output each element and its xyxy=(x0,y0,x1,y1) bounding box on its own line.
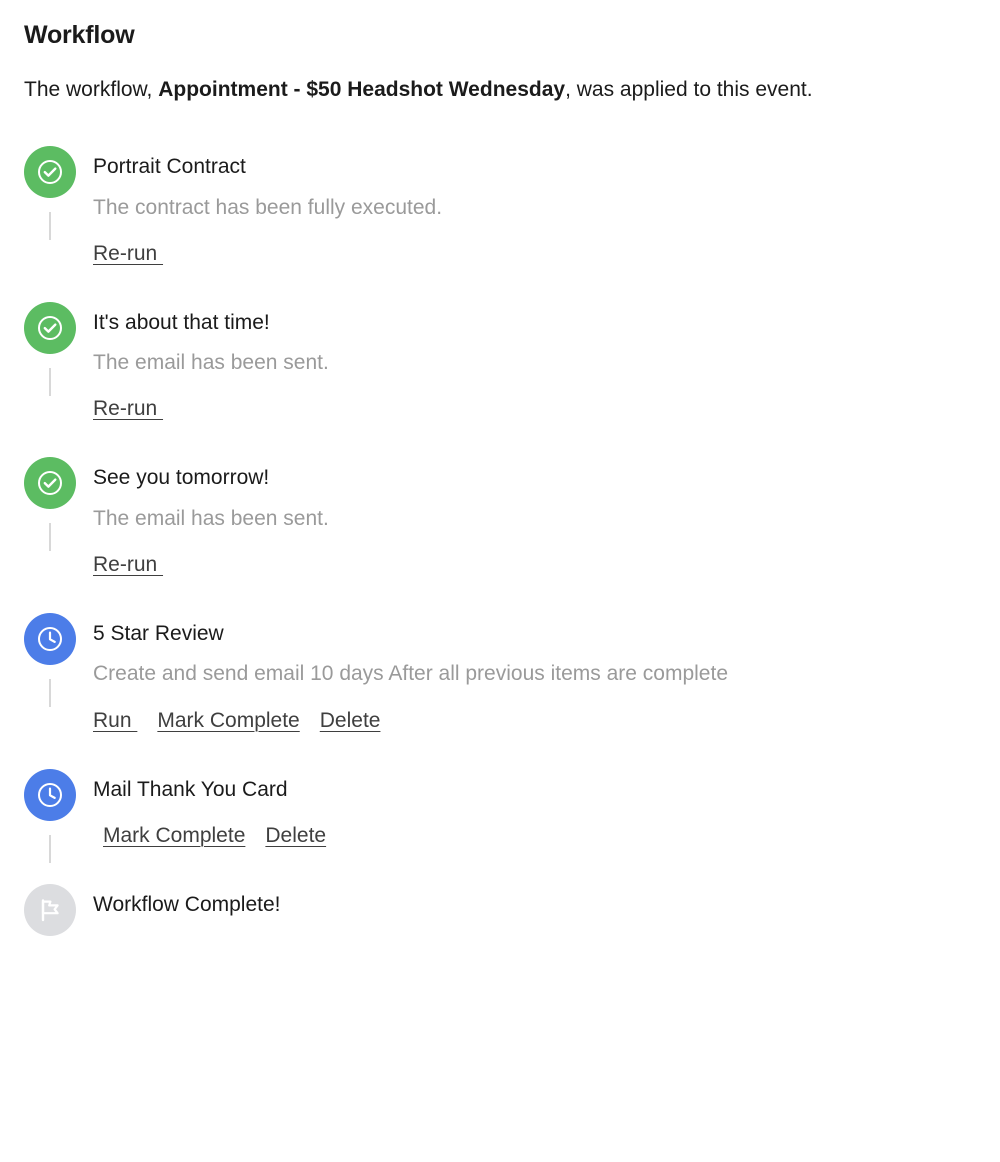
step-connector-line xyxy=(49,678,51,707)
step-actions: Mark Complete Delete xyxy=(93,824,976,848)
step-title: 5 Star Review xyxy=(93,621,224,645)
workflow-name: Appointment - $50 Headshot Wednesday xyxy=(158,78,566,101)
step-actions: Re-run xyxy=(93,397,976,421)
step-title: See you tomorrow! xyxy=(93,466,270,490)
step-status-marker xyxy=(24,883,76,936)
step-description: The email has been sent. xyxy=(93,506,329,530)
step-body: Portrait Contract The contract has been f… xyxy=(76,146,976,302)
check-circle-icon xyxy=(35,157,65,187)
step-connector-line xyxy=(49,523,51,552)
subtitle-prefix: The workflow, xyxy=(24,78,159,101)
action-link-mark-complete[interactable]: Mark Complete xyxy=(157,709,299,733)
workflow-step: See you tomorrow! The email has been sent… xyxy=(24,457,976,613)
workflow-step: Workflow Complete! xyxy=(24,883,976,936)
step-title: Workflow Complete! xyxy=(93,892,281,916)
workflow-step: Mail Thank You Card Mark Complete Delete xyxy=(24,768,976,884)
action-link-mark-complete[interactable]: Mark Complete xyxy=(103,824,245,848)
step-body: 5 Star Review Create and send email 10 da… xyxy=(76,613,976,769)
step-status-marker xyxy=(24,768,76,821)
step-description: The email has been sent. xyxy=(93,351,329,375)
step-status-marker xyxy=(24,612,76,665)
page-title: Workflow xyxy=(24,21,135,49)
step-title: Portrait Contract xyxy=(93,155,246,179)
step-description: The contract has been fully executed. xyxy=(93,195,443,219)
step-connector-line xyxy=(49,367,51,396)
workflow-step: Portrait Contract The contract has been f… xyxy=(24,146,976,302)
step-rail xyxy=(24,457,76,565)
workflow-subtitle: The workflow, Appointment - $50 Headshot… xyxy=(24,76,976,104)
action-link-run[interactable]: Run xyxy=(93,709,137,733)
step-title: It's about that time! xyxy=(93,310,270,334)
action-link-delete[interactable]: Delete xyxy=(265,824,326,848)
flag-icon xyxy=(34,894,66,926)
step-rail xyxy=(24,768,76,877)
step-body: Workflow Complete! xyxy=(76,884,976,918)
step-actions: Re-run xyxy=(93,553,976,577)
step-rail xyxy=(24,301,76,410)
workflow-panel: Workflow The workflow, Appointment - $50… xyxy=(0,0,1000,936)
step-description: Create and send email 10 days After all … xyxy=(93,662,728,686)
action-link-re-run[interactable]: Re-run xyxy=(93,397,163,421)
step-connector-line xyxy=(49,834,51,863)
step-status-marker xyxy=(24,457,76,510)
action-link-re-run[interactable]: Re-run xyxy=(93,242,163,266)
action-link-delete[interactable]: Delete xyxy=(320,709,381,733)
step-status-marker xyxy=(24,301,76,354)
step-actions: Run Mark Complete Delete xyxy=(93,709,976,733)
workflow-step: It's about that time! The email has been … xyxy=(24,301,976,458)
workflow-timeline: Portrait Contract The contract has been f… xyxy=(24,146,976,936)
step-status-marker xyxy=(24,146,76,199)
step-rail xyxy=(24,146,76,254)
subtitle-suffix: , was applied to this event. xyxy=(565,78,813,101)
clock-icon xyxy=(35,780,65,810)
step-body: See you tomorrow! The email has been sent… xyxy=(76,457,976,613)
step-body: Mail Thank You Card Mark Complete Delete xyxy=(76,769,976,884)
workflow-step: 5 Star Review Create and send email 10 da… xyxy=(24,612,976,769)
step-connector-line xyxy=(49,212,51,241)
action-link-re-run[interactable]: Re-run xyxy=(93,553,163,577)
check-circle-icon xyxy=(35,468,65,498)
step-title: Mail Thank You Card xyxy=(93,777,288,801)
step-rail xyxy=(24,612,76,721)
step-actions: Re-run xyxy=(93,242,976,266)
step-body: It's about that time! The email has been … xyxy=(76,302,976,458)
clock-icon xyxy=(35,624,65,654)
check-circle-icon xyxy=(35,313,65,343)
step-rail xyxy=(24,883,76,936)
